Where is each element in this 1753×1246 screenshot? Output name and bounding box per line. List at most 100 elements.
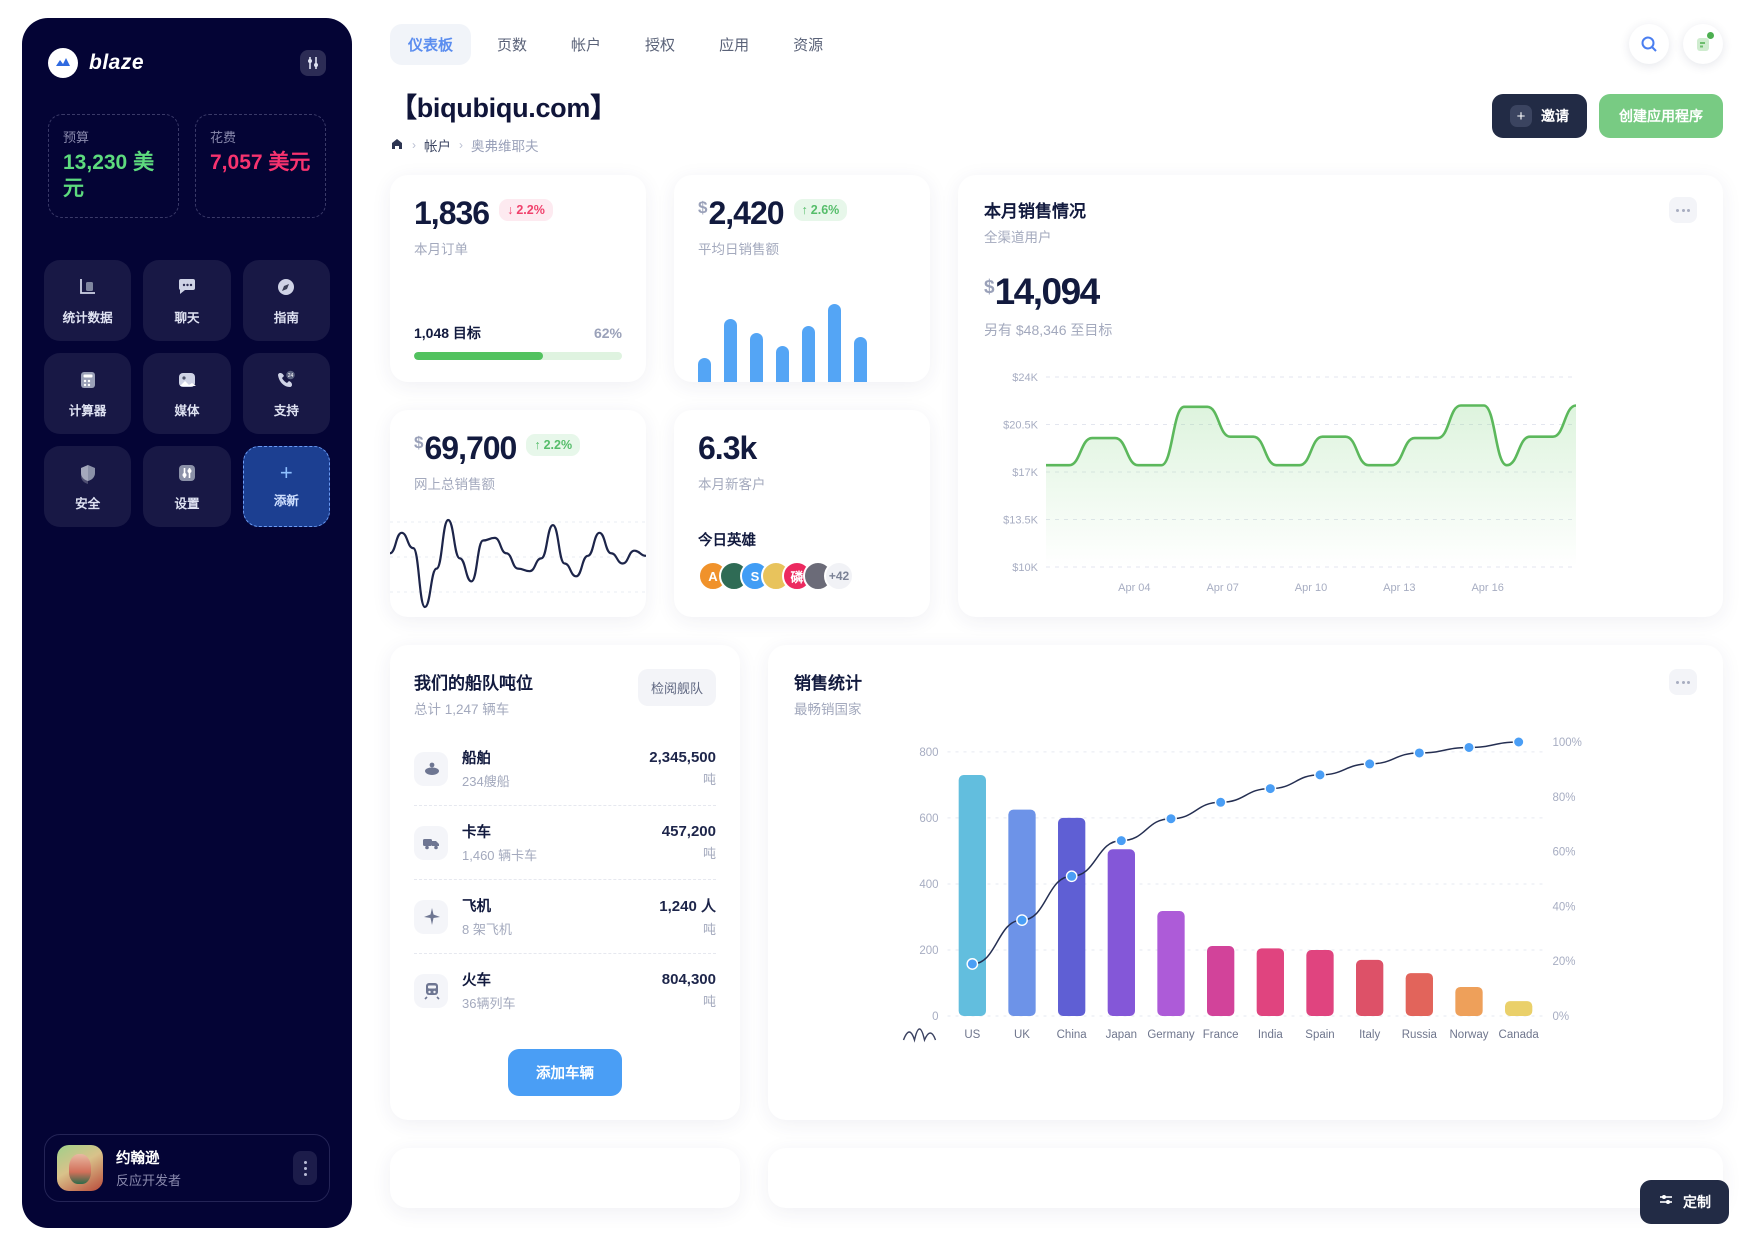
invite-button[interactable]: + 邀请 [1492, 94, 1587, 138]
kebab-menu-icon[interactable] [1669, 669, 1697, 695]
customize-icon [1658, 1193, 1674, 1212]
notes-icon[interactable] [1683, 24, 1723, 64]
kpi-top: 6.3k [698, 432, 906, 464]
online-value: $ 69,700 [414, 432, 517, 464]
fleet-name: 船舶 [462, 751, 491, 767]
fleet-row[interactable]: 船舶 234艘船 2,345,500 吨 [414, 732, 716, 806]
breadcrumb: › 帐户 › 奥弗维耶夫 [390, 135, 617, 155]
fleet-count: 1,460 辆卡车 [462, 848, 538, 863]
add-vehicle-button[interactable]: 添加车辆 [508, 1049, 622, 1096]
monthly-sales-area-chart: $24K $20.5K $17K $13.5K $10K Apr 04 Apr 07 Apr … [1003, 372, 1584, 594]
fleet-text: 卡车 1,460 辆卡车 [462, 821, 537, 864]
mini-bar-chart [698, 296, 910, 382]
heroes-avatars[interactable]: A S 磷 +42 [698, 561, 854, 591]
customize-button[interactable]: 定制 [1640, 1180, 1729, 1224]
kebab-menu-icon[interactable] [1669, 197, 1697, 223]
tab-resources[interactable]: 资源 [775, 24, 841, 65]
tab-accounts[interactable]: 帐户 [553, 24, 619, 65]
profile-card[interactable]: 约翰逊 反应开发者 [44, 1134, 330, 1202]
sliders-icon[interactable] [300, 50, 326, 76]
sales-goal-note: 另有 $48,346 至目标 [984, 322, 1113, 338]
tab-apps[interactable]: 应用 [701, 24, 767, 65]
bar-chart-icon [75, 274, 101, 300]
kpi-top: 1,836 ↓ 2.2% [414, 197, 622, 229]
fleet-row[interactable]: 卡车 1,460 辆卡车 457,200 吨 [414, 806, 716, 880]
avatar-more-count[interactable]: +42 [824, 561, 854, 591]
svg-text:200: 200 [919, 945, 938, 957]
online-change-badge: ↑ 2.2% [526, 434, 581, 456]
create-app-label: 创建应用程序 [1619, 108, 1703, 124]
svg-text:Apr 07: Apr 07 [1206, 582, 1238, 594]
svg-text:$17K: $17K [1012, 467, 1038, 479]
plane-icon [414, 899, 448, 934]
sidebar-item-add[interactable]: + 添新 [242, 445, 330, 527]
sidebar-label: 计算器 [68, 404, 107, 418]
svg-text:Norway: Norway [1450, 1029, 1489, 1041]
lower-row: 我们的船队吨位 总计 1,247 辆车 检阅舰队 船舶 234艘船 2,345,50… [390, 645, 1723, 1120]
profile-role: 反应开发者 [116, 1173, 182, 1188]
sidebar-label: 支持 [273, 404, 299, 418]
bottom-card-left [390, 1148, 740, 1208]
review-fleet-button[interactable]: 检阅舰队 [637, 669, 716, 706]
image-icon [174, 367, 200, 393]
sidebar-item-media[interactable]: 媒体 [143, 352, 231, 434]
svg-text:24: 24 [288, 373, 294, 379]
fleet-subtitle: 总计 1,247 辆车 [414, 702, 510, 717]
stats-header: 销售统计 最畅销国家 [794, 669, 1697, 718]
online-subtitle: 网上总销售额 [414, 477, 495, 492]
svg-text:0%: 0% [1553, 1011, 1570, 1023]
avg-subtitle: 平均日销售额 [698, 242, 779, 257]
home-icon[interactable] [390, 137, 404, 154]
fleet-number: 457,200 [661, 823, 716, 840]
sidebar-item-chat[interactable]: 聊天 [143, 259, 231, 341]
card-fleet-tonnage: 我们的船队吨位 总计 1,247 辆车 检阅舰队 船舶 234艘船 2,345,50… [390, 645, 740, 1120]
tab-list: 仪表板 页数 帐户 授权 应用 资源 [390, 23, 841, 65]
create-app-button[interactable]: 创建应用程序 [1599, 94, 1723, 138]
sidebar-item-guide[interactable]: 指南 [242, 259, 330, 341]
currency-symbol: $ [984, 277, 995, 298]
top-actions [1629, 24, 1723, 64]
tab-pages[interactable]: 页数 [479, 24, 545, 65]
fleet-row[interactable]: 飞机 8 架飞机 1,240 人吨 [414, 880, 716, 954]
orders-change-value: 2.2% [516, 203, 545, 217]
sidebar-item-support[interactable]: 24 支持 [242, 352, 330, 434]
fleet-name: 火车 [462, 973, 491, 989]
svg-text:France: France [1203, 1029, 1239, 1041]
fleet-count: 36辆列车 [462, 996, 516, 1011]
svg-text:Apr 16: Apr 16 [1471, 582, 1503, 594]
goal-progress-fill [414, 352, 543, 360]
kebab-menu-icon[interactable] [293, 1151, 317, 1185]
calculator-icon [75, 367, 101, 393]
svg-text:Apr 04: Apr 04 [1118, 582, 1150, 594]
tab-dashboard[interactable]: 仪表板 [390, 23, 472, 65]
fleet-unit: 吨 [702, 922, 716, 937]
train-icon [414, 973, 448, 1008]
fleet-text: 船舶 234艘船 [462, 747, 510, 790]
online-sales-sparkline [390, 502, 646, 617]
page-header: 【biqubiqu.com】 › 帐户 › 奥弗维耶夫 + 邀请 创建应用程序 [390, 86, 1723, 155]
mini-bar [776, 346, 789, 382]
breadcrumb-accounts[interactable]: 帐户 [424, 135, 451, 155]
currency-symbol: $ [414, 433, 424, 452]
kpi-column: 1,836 ↓ 2.2% 本月订单 1,048 目标 62% $ 2,420 ↑… [390, 175, 930, 617]
tab-authorization[interactable]: 授权 [627, 24, 693, 65]
orders-value: 1,836 [414, 195, 490, 231]
svg-text:800: 800 [919, 747, 938, 759]
sidebar-item-security[interactable]: 安全 [44, 445, 132, 527]
profile-name: 约翰逊 [116, 1151, 160, 1167]
sidebar-label: 统计数据 [62, 311, 113, 325]
compass-icon [273, 274, 299, 300]
customize-label: 定制 [1683, 1194, 1711, 1210]
card-header: 本月销售情况 全渠道用户 [984, 197, 1697, 246]
svg-text:0: 0 [932, 1011, 938, 1023]
fleet-row[interactable]: 火车 36辆列车 804,300 吨 [414, 954, 716, 1027]
search-icon[interactable] [1629, 24, 1669, 64]
avg-value-number: 2,420 [708, 195, 784, 231]
sidebar-item-settings[interactable]: 设置 [143, 445, 231, 527]
breadcrumb-overview[interactable]: 奥弗维耶夫 [471, 135, 539, 155]
arrow-down-icon: ↓ [507, 203, 514, 217]
truck-icon [414, 825, 448, 860]
sidebar-item-calculator[interactable]: 计算器 [44, 352, 132, 434]
sidebar-item-stats[interactable]: 统计数据 [44, 259, 132, 341]
svg-text:Apr 10: Apr 10 [1295, 582, 1327, 594]
